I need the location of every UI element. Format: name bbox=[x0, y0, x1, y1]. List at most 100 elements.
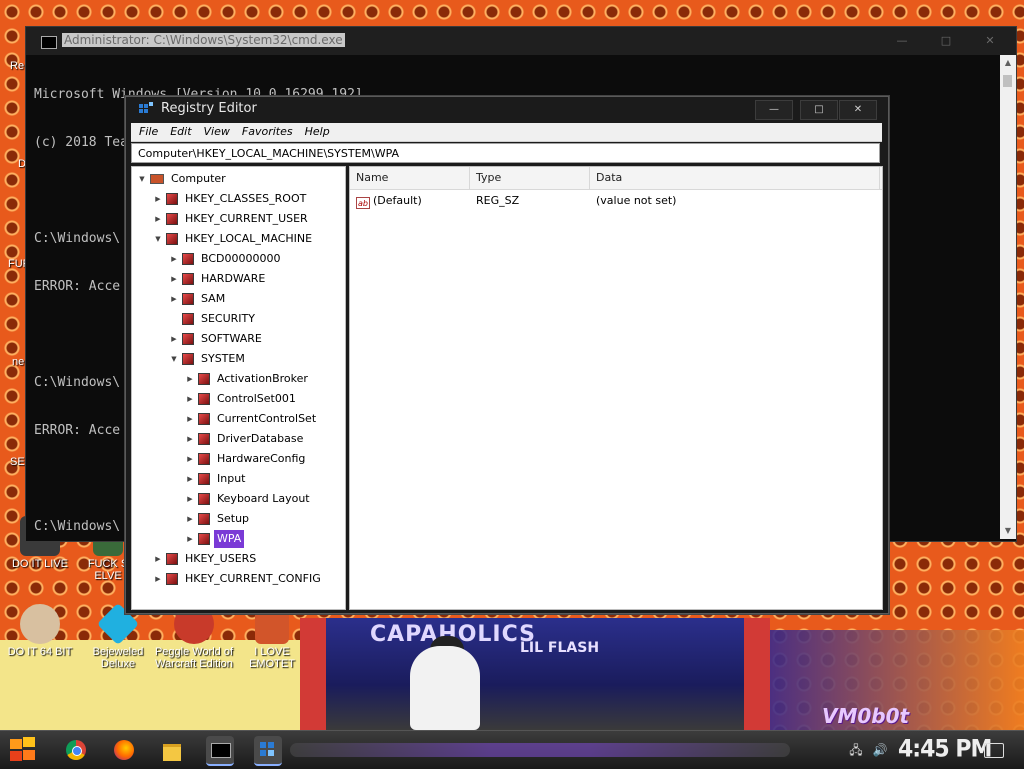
scroll-down-icon[interactable]: ▼ bbox=[1000, 523, 1016, 539]
column-header-name[interactable]: Name bbox=[350, 167, 470, 189]
cmd-minimize-button[interactable]: — bbox=[880, 31, 924, 51]
cmd-scrollbar[interactable]: ▲ ▼ bbox=[1000, 55, 1016, 539]
tree-item-hkey-users[interactable]: ▶ HKEY_USERS bbox=[152, 549, 259, 569]
tree-item-hkey-classes-root[interactable]: ▶ HKEY_CLASSES_ROOT bbox=[152, 189, 309, 209]
tree-item-activationbroker[interactable]: ▶ ActivationBroker bbox=[184, 369, 311, 389]
file-explorer-icon[interactable] bbox=[158, 736, 186, 764]
tree-item-hardware[interactable]: ▶ HARDWARE bbox=[168, 269, 268, 289]
tree-item-setup[interactable]: ▶ Setup bbox=[184, 509, 252, 529]
tree-item-hardwareconfig[interactable]: ▶ HardwareConfig bbox=[184, 449, 308, 469]
registry-key-icon bbox=[182, 273, 194, 285]
tree-item-driverdatabase[interactable]: ▶ DriverDatabase bbox=[184, 429, 306, 449]
tree-item-wpa[interactable]: ▶ WPA bbox=[184, 529, 245, 549]
expand-icon[interactable]: ▶ bbox=[184, 389, 196, 409]
portrait-icon bbox=[20, 604, 60, 644]
desktop-icon-label: Bejeweled Deluxe bbox=[92, 646, 144, 670]
scroll-up-icon[interactable]: ▲ bbox=[1000, 55, 1016, 71]
registry-key-icon bbox=[198, 433, 210, 445]
tree-item-keyboard-layout[interactable]: ▶ Keyboard Layout bbox=[184, 489, 313, 509]
value-type-cell: REG_SZ bbox=[476, 194, 520, 207]
registry-tree[interactable]: ▼ Computer ▶ HKEY_CLASSES_ROOT ▶ HKEY_CURRE… bbox=[131, 166, 346, 610]
address-bar[interactable]: Computer\HKEY_LOCAL_MACHINE\SYSTEM\WPA bbox=[131, 143, 880, 163]
tree-item-computer[interactable]: ▼ Computer bbox=[136, 169, 229, 189]
tree-item-hkey-current-user[interactable]: ▶ HKEY_CURRENT_USER bbox=[152, 209, 311, 229]
cmd-close-button[interactable]: ✕ bbox=[968, 31, 1012, 51]
registry-key-icon bbox=[182, 353, 194, 365]
vm-watermark: VM0b0t bbox=[822, 704, 910, 728]
scroll-thumb[interactable] bbox=[1003, 75, 1012, 87]
menu-help[interactable]: Help bbox=[299, 123, 336, 141]
expand-icon[interactable]: ▶ bbox=[184, 529, 196, 549]
network-icon[interactable]: 🖧 bbox=[848, 743, 864, 757]
expand-icon[interactable]: ▶ bbox=[184, 449, 196, 469]
regedit-minimize-button[interactable]: — bbox=[755, 100, 793, 120]
registry-editor-window[interactable]: Registry Editor — □ ✕ File Edit View Favori… bbox=[124, 95, 890, 615]
expand-icon[interactable]: ▶ bbox=[168, 249, 180, 269]
registry-key-icon bbox=[198, 453, 210, 465]
tree-item-bcd00000000[interactable]: ▶ BCD00000000 bbox=[168, 249, 284, 269]
expand-icon[interactable]: ▶ bbox=[152, 569, 164, 589]
registry-key-icon bbox=[198, 413, 210, 425]
tree-item-sam[interactable]: ▶ SAM bbox=[168, 289, 228, 309]
menu-edit[interactable]: Edit bbox=[164, 123, 197, 141]
value-row[interactable]: ab (Default) REG_SZ (value not set) bbox=[350, 191, 882, 211]
registry-key-icon bbox=[182, 253, 194, 265]
registry-values-list[interactable]: Name Type Data ab (Default) REG_SZ (value… bbox=[349, 166, 883, 610]
expand-icon[interactable]: ▶ bbox=[184, 409, 196, 429]
registry-key-icon bbox=[182, 293, 194, 305]
expand-icon[interactable]: ▶ bbox=[184, 489, 196, 509]
regedit-close-button[interactable]: ✕ bbox=[839, 100, 877, 120]
expand-icon[interactable]: ▶ bbox=[184, 369, 196, 389]
chrome-icon[interactable] bbox=[62, 736, 90, 764]
tree-item-currentcontrolset[interactable]: ▶ CurrentControlSet bbox=[184, 409, 319, 429]
regedit-taskbar-icon[interactable] bbox=[254, 736, 282, 766]
expand-icon[interactable]: ▶ bbox=[152, 189, 164, 209]
desktop-icon-label: Peggle World of Warcraft Edition bbox=[154, 646, 234, 670]
desktop-icon-do-it-64-bit[interactable]: DO IT 64 BIT bbox=[0, 604, 80, 658]
taskbar: 🖧 🔊 4:45 PM bbox=[0, 730, 1024, 769]
volume-icon[interactable]: 🔊 bbox=[872, 743, 888, 757]
tree-item-security[interactable]: SECURITY bbox=[168, 309, 258, 329]
expand-icon[interactable]: ▶ bbox=[184, 469, 196, 489]
tree-item-system[interactable]: ▼ SYSTEM bbox=[168, 349, 248, 369]
menu-file[interactable]: File bbox=[131, 123, 164, 141]
desktop-icon-label: DO IT 64 BIT bbox=[7, 646, 73, 658]
menu-favorites[interactable]: Favorites bbox=[236, 123, 299, 141]
start-icon[interactable] bbox=[8, 735, 38, 765]
regedit-maximize-button[interactable]: □ bbox=[800, 100, 838, 120]
registry-key-icon bbox=[166, 193, 178, 205]
expand-icon[interactable]: ▶ bbox=[168, 289, 180, 309]
notification-icon[interactable] bbox=[984, 743, 1004, 758]
tree-item-input[interactable]: ▶ Input bbox=[184, 469, 248, 489]
registry-key-icon bbox=[198, 473, 210, 485]
collapse-icon[interactable]: ▼ bbox=[136, 169, 148, 189]
expand-icon[interactable]: ▶ bbox=[168, 269, 180, 289]
tree-item-hkey-local-machine[interactable]: ▼ HKEY_LOCAL_MACHINE bbox=[152, 229, 315, 249]
expand-icon[interactable]: ▶ bbox=[152, 549, 164, 569]
collapse-icon[interactable]: ▼ bbox=[168, 349, 180, 369]
menu-view[interactable]: View bbox=[198, 123, 236, 141]
list-header: Name Type Data bbox=[350, 167, 882, 190]
registry-key-icon bbox=[182, 313, 194, 325]
desktop-icon-label: I LOVE EMOTET bbox=[249, 646, 295, 670]
tree-item-software[interactable]: ▶ SOFTWARE bbox=[168, 329, 265, 349]
cmd-icon bbox=[41, 36, 57, 49]
cmd-maximize-button[interactable]: □ bbox=[924, 31, 968, 51]
tree-item-controlset001[interactable]: ▶ ControlSet001 bbox=[184, 389, 299, 409]
column-header-type[interactable]: Type bbox=[470, 167, 590, 189]
taskbar-clock[interactable]: 4:45 PM bbox=[898, 736, 992, 764]
collapse-icon[interactable]: ▼ bbox=[152, 229, 164, 249]
expand-icon[interactable]: ▶ bbox=[168, 329, 180, 349]
tree-item-hkey-current-config[interactable]: ▶ HKEY_CURRENT_CONFIG bbox=[152, 569, 324, 589]
expand-icon[interactable]: ▶ bbox=[184, 509, 196, 529]
firefox-icon[interactable] bbox=[110, 736, 138, 764]
expand-icon[interactable]: ▶ bbox=[184, 429, 196, 449]
registry-key-icon bbox=[198, 533, 210, 545]
wallpaper-art: CAPAHOLICS LIL FLASH bbox=[300, 618, 770, 730]
regedit-titlebar[interactable]: Registry Editor — □ ✕ bbox=[125, 96, 889, 122]
column-header-data[interactable]: Data bbox=[590, 167, 880, 189]
expand-icon[interactable]: ▶ bbox=[152, 209, 164, 229]
cmd-taskbar-icon[interactable] bbox=[206, 736, 234, 766]
registry-key-icon bbox=[166, 573, 178, 585]
cmd-titlebar[interactable]: Administrator: C:\Windows\System32\cmd.e… bbox=[26, 27, 1016, 55]
